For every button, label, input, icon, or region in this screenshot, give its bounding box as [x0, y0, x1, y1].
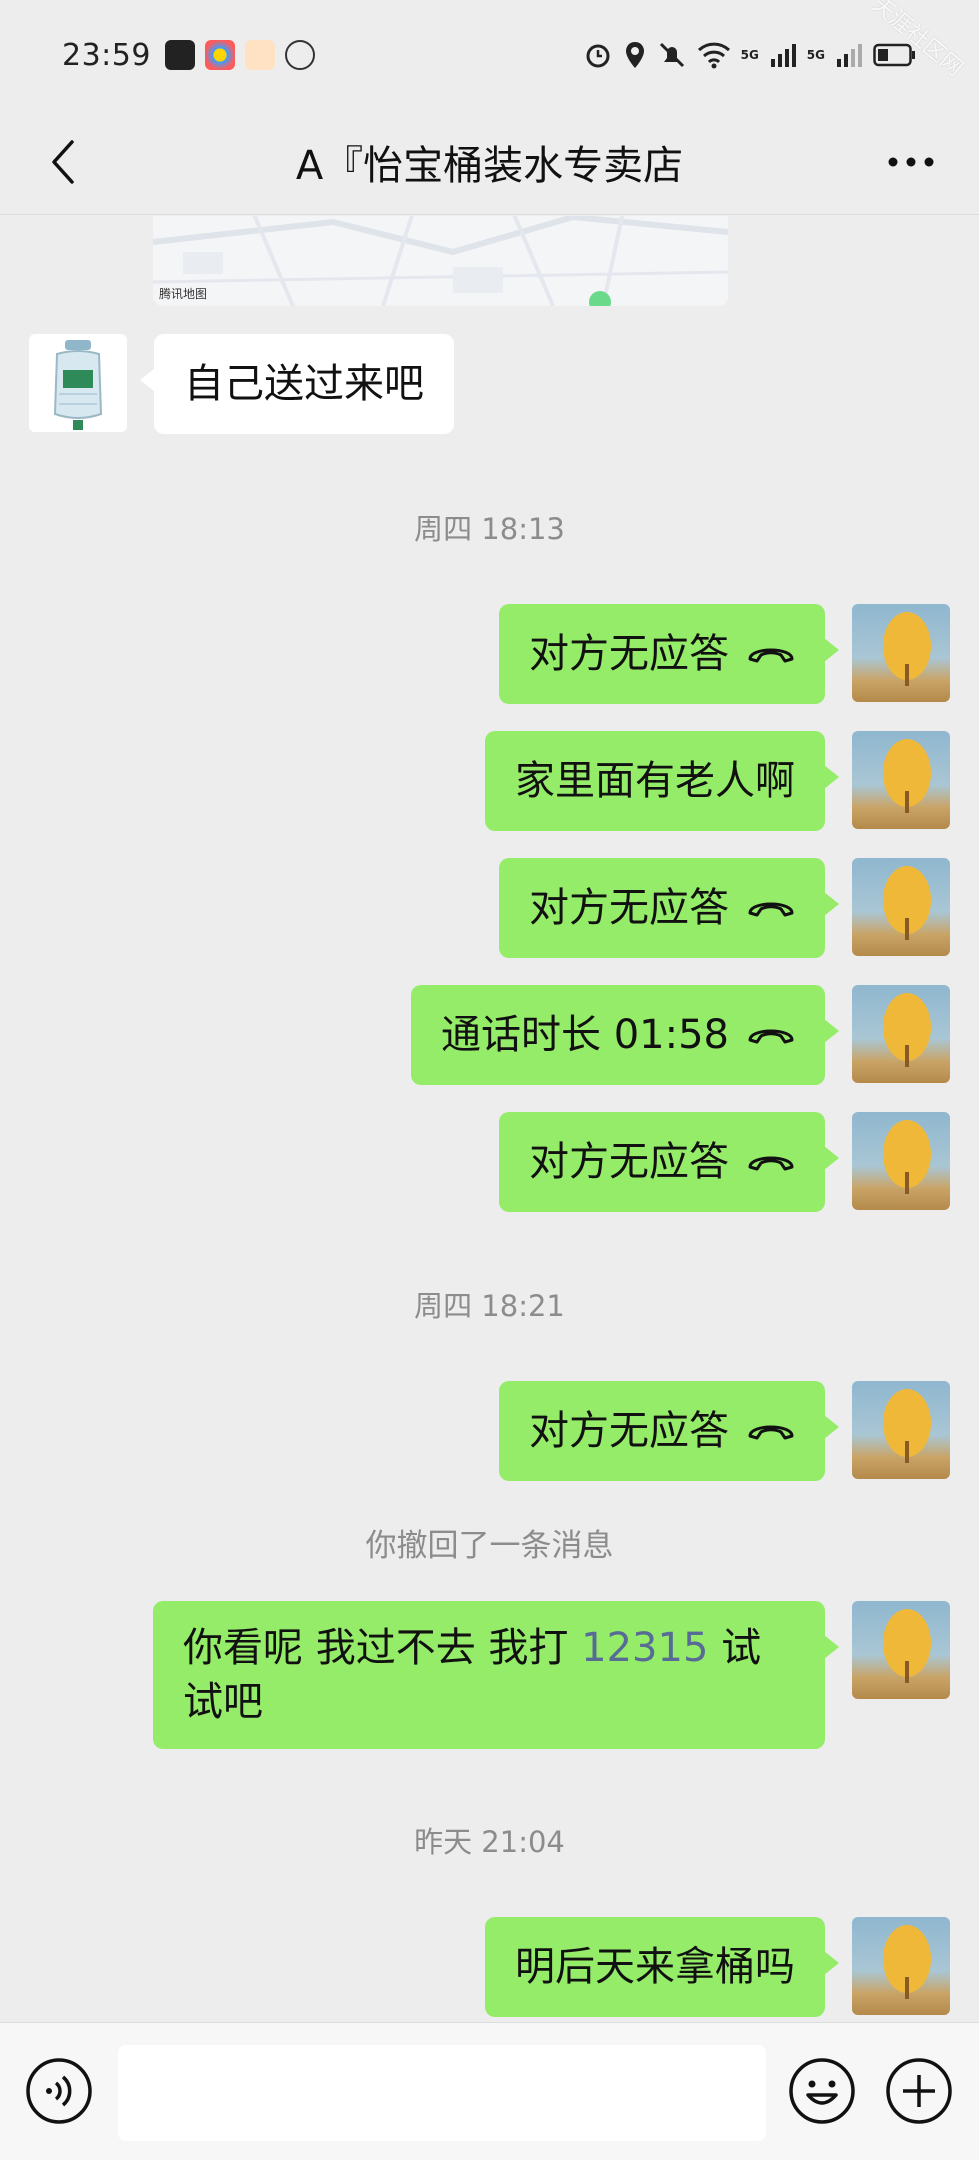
tree-avatar-image: [883, 612, 931, 686]
message-bubble-sent[interactable]: 明后天来拿桶吗: [485, 1917, 839, 2017]
message-bubble-received[interactable]: 自己送过来吧: [140, 334, 454, 434]
tree-avatar-image: [883, 1609, 931, 1683]
more-functions-button[interactable]: [885, 2057, 953, 2125]
back-button[interactable]: [38, 134, 88, 190]
message-text: 家里面有老人啊: [515, 758, 795, 804]
my-avatar[interactable]: [852, 1112, 950, 1210]
message-input[interactable]: [118, 2045, 766, 2141]
message-text: 对方无应答: [529, 885, 729, 931]
call-record-bubble[interactable]: 对方无应答: [499, 858, 839, 958]
recall-notice: 你撤回了一条消息: [365, 1528, 614, 1564]
hand-icon: [284, 40, 315, 70]
hang-up-phone-icon: [748, 902, 794, 917]
mute-icon: [659, 42, 684, 68]
time-separator: 周四 18:13: [414, 512, 565, 546]
app-notification-icon: [204, 40, 235, 70]
message-text: 对方无应答: [529, 631, 729, 677]
tree-avatar-image: [883, 1120, 931, 1194]
message-text: 对方无应答: [529, 1408, 729, 1454]
tree-avatar-image: [883, 866, 931, 940]
my-avatar[interactable]: [852, 985, 950, 1083]
map-provider-label: 腾讯地图: [159, 287, 208, 301]
alarm-icon: [586, 44, 610, 68]
my-avatar[interactable]: [852, 1381, 950, 1479]
message-list[interactable]: 腾讯地图 自己送过来吧 周四 18:13 对方无应答 家里面有老人啊 对方无应答: [0, 216, 979, 2022]
hang-up-phone-icon: [748, 1425, 794, 1440]
status-notification-icons: [164, 40, 315, 70]
tree-avatar-image: [883, 739, 931, 813]
tree-avatar-image: [883, 1389, 931, 1463]
voice-button[interactable]: [25, 2057, 93, 2125]
signal-icon: [770, 44, 796, 67]
tree-avatar-image: [883, 1925, 931, 1999]
message-text: 通话时长 01:58: [441, 1012, 729, 1058]
call-record-bubble[interactable]: 对方无应答: [499, 1112, 839, 1212]
tree-avatar-image: [883, 993, 931, 1067]
time-separator: 昨天 21:04: [414, 1825, 565, 1859]
message-bubble-sent[interactable]: 家里面有老人啊: [485, 731, 839, 831]
call-record-bubble[interactable]: 对方无应答: [499, 604, 839, 704]
hang-up-phone-icon: [748, 648, 794, 663]
message-text: 自己送过来吧: [184, 361, 424, 407]
call-record-bubble[interactable]: 通话时长 01:58: [411, 985, 839, 1085]
chevron-left-icon: [52, 140, 74, 184]
wifi-icon: [697, 42, 730, 69]
time-separator: 周四 18:21: [414, 1289, 565, 1323]
phone-number-link[interactable]: 12315: [581, 1625, 708, 1671]
location-icon: [625, 42, 644, 68]
plus-icon: [886, 2058, 952, 2124]
my-avatar[interactable]: [852, 858, 950, 956]
emoji-button[interactable]: [788, 2057, 856, 2125]
water-bottle-icon: [53, 340, 103, 430]
map-image: [153, 216, 728, 306]
message-text: 对方无应答: [529, 1139, 729, 1185]
hang-up-phone-icon: [748, 1029, 794, 1044]
message-text: 明后天来拿桶吗: [515, 1944, 795, 1990]
voice-icon: [26, 2058, 92, 2124]
call-record-bubble[interactable]: 对方无应答: [499, 1381, 839, 1481]
my-avatar[interactable]: [852, 604, 950, 702]
message-text-part: 你看呢 我过不去 我打: [183, 1625, 582, 1671]
message-bubble-sent[interactable]: 你看呢 我过不去 我打 12315 试试吧: [153, 1601, 839, 1749]
location-map-card[interactable]: 腾讯地图: [153, 216, 728, 306]
my-avatar[interactable]: [852, 1601, 950, 1699]
status-time: 23:59: [62, 37, 151, 73]
input-bar: [0, 2022, 979, 2160]
signal-label-1: 5G: [740, 48, 759, 62]
signal-label-2: 5G: [806, 48, 825, 62]
app-notification-icon: [244, 40, 275, 70]
chat-title: A『怡宝桶装水专卖店: [295, 143, 684, 189]
contact-avatar[interactable]: [29, 334, 127, 432]
my-avatar[interactable]: [852, 731, 950, 829]
hang-up-phone-icon: [748, 1156, 794, 1171]
app-notification-icon: [164, 40, 195, 70]
emoji-icon: [789, 2058, 855, 2124]
my-avatar[interactable]: [852, 1917, 950, 2015]
